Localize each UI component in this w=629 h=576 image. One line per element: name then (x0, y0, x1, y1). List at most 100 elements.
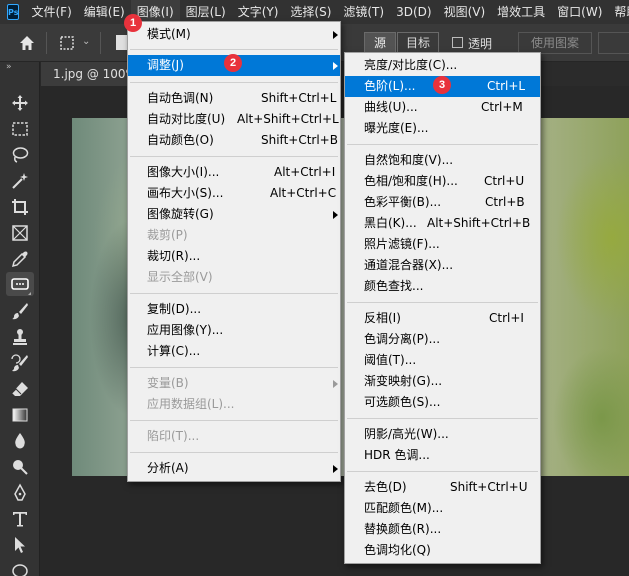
eraser-tool-icon[interactable] (10, 379, 30, 399)
tools-panel: » (0, 62, 40, 576)
crop-tool-icon[interactable] (10, 197, 30, 217)
menu-separator (347, 144, 538, 145)
menu-filter[interactable]: 滤镜(T) (337, 0, 390, 24)
menu-separator (130, 420, 338, 421)
menu-item-hdr-toning[interactable]: HDR 色调... (345, 445, 540, 466)
history-brush-tool-icon[interactable] (10, 353, 30, 373)
home-icon[interactable] (18, 34, 36, 52)
menu-help[interactable]: 帮助(H) (608, 0, 629, 24)
menu-item-auto-color[interactable]: 自动颜色(O) Shift+Ctrl+B (128, 130, 340, 151)
menu-item-desaturate[interactable]: 去色(D) Shift+Ctrl+U (345, 477, 540, 498)
menu-item-canvas-size[interactable]: 画布大小(S)... Alt+Ctrl+C (128, 183, 340, 204)
submenu-arrow-icon (333, 465, 338, 473)
menu-item-apply-image[interactable]: 应用图像(Y)... (128, 320, 340, 341)
menu-separator (130, 452, 338, 453)
eyedropper-tool-icon[interactable] (10, 249, 30, 269)
menu-item-color-lookup[interactable]: 颜色查找... (345, 276, 540, 297)
menu-separator (130, 82, 338, 83)
menu-item-variables[interactable]: 变量(B) (128, 373, 340, 394)
lasso-tool-icon[interactable] (10, 145, 30, 165)
pattern-picker[interactable] (598, 32, 629, 54)
menu-window[interactable]: 窗口(W) (551, 0, 608, 24)
patch-tool-icon[interactable] (6, 272, 34, 296)
menu-item-duplicate[interactable]: 复制(D)... (128, 299, 340, 320)
blur-tool-icon[interactable] (10, 431, 30, 451)
menu-item-threshold[interactable]: 阈值(T)... (345, 350, 540, 371)
options-divider (100, 32, 101, 54)
collapse-panel-icon[interactable]: » (6, 62, 12, 72)
clone-stamp-tool-icon[interactable] (10, 327, 30, 347)
source-button[interactable]: 源 (364, 32, 396, 54)
menu-item-image-rotation[interactable]: 图像旋转(G) (128, 204, 340, 225)
menu-item-posterize[interactable]: 色调分离(P)... (345, 329, 540, 350)
use-pattern-button[interactable]: 使用图案 (518, 32, 592, 54)
move-tool-icon[interactable] (10, 93, 30, 113)
patch-tool-preset-icon[interactable] (58, 34, 76, 52)
magic-wand-tool-icon[interactable] (10, 171, 30, 191)
options-divider (46, 32, 47, 54)
path-selection-tool-icon[interactable] (10, 535, 30, 555)
menu-item-photo-filter[interactable]: 照片滤镜(F)... (345, 234, 540, 255)
menu-item-shadows-highlights[interactable]: 阴影/高光(W)... (345, 424, 540, 445)
marquee-tool-icon[interactable] (10, 119, 30, 139)
submenu-arrow-icon (333, 62, 338, 70)
menu-item-curves[interactable]: 曲线(U)... Ctrl+M (345, 97, 540, 118)
gradient-tool-icon[interactable] (10, 405, 30, 425)
menu-separator (347, 471, 538, 472)
menu-item-replace-color[interactable]: 替换颜色(R)... (345, 519, 540, 540)
brush-tool-icon[interactable] (10, 301, 30, 321)
menu-item-selective-color[interactable]: 可选颜色(S)... (345, 392, 540, 413)
menu-item-gradient-map[interactable]: 渐变映射(G)... (345, 371, 540, 392)
menu-edit[interactable]: 编辑(E) (78, 0, 131, 24)
frame-tool-icon[interactable] (10, 223, 30, 243)
pen-tool-icon[interactable] (10, 483, 30, 503)
menu-item-channel-mixer[interactable]: 通道混合器(X)... (345, 255, 540, 276)
menu-item-auto-contrast[interactable]: 自动对比度(U) Alt+Shift+Ctrl+L (128, 109, 340, 130)
document-tab[interactable]: 1.jpg @ 100%( (41, 62, 127, 86)
menu-item-trap[interactable]: 陷印(T)... (128, 426, 340, 447)
menu-separator (347, 302, 538, 303)
menu-separator (130, 367, 338, 368)
adjustments-submenu: 亮度/对比度(C)... 色阶(L)... Ctrl+L 曲线(U)... Ct… (344, 52, 541, 564)
menu-separator (347, 418, 538, 419)
menu-file[interactable]: 文件(F) (25, 0, 77, 24)
submenu-arrow-icon (333, 31, 338, 39)
transparent-label: 透明 (468, 37, 493, 51)
target-button[interactable]: 目标 (397, 32, 439, 54)
menu-separator (130, 49, 338, 50)
submenu-arrow-icon (333, 380, 338, 388)
menu-item-color-balance[interactable]: 色彩平衡(B)... Ctrl+B (345, 192, 540, 213)
menu-item-exposure[interactable]: 曝光度(E)... (345, 118, 540, 139)
menu-item-crop[interactable]: 裁剪(P) (128, 225, 340, 246)
menu-item-black-white[interactable]: 黑白(K)... Alt+Shift+Ctrl+B (345, 213, 540, 234)
type-tool-icon[interactable] (10, 509, 30, 529)
step-badge-1: 1 (124, 14, 142, 32)
menu-3d[interactable]: 3D(D) (390, 0, 437, 24)
tool-group-indicator (28, 292, 31, 295)
menu-item-mode[interactable]: 模式(M) (128, 24, 340, 45)
menu-item-reveal-all[interactable]: 显示全部(V) (128, 267, 340, 288)
chevron-down-icon[interactable]: ⌄ (82, 36, 90, 47)
menu-item-match-color[interactable]: 匹配颜色(M)... (345, 498, 540, 519)
menu-view[interactable]: 视图(V) (438, 0, 492, 24)
step-badge-3: 3 (433, 76, 451, 94)
menu-item-apply-data-set[interactable]: 应用数据组(L)... (128, 394, 340, 415)
menu-item-auto-tone[interactable]: 自动色调(N) Shift+Ctrl+L (128, 88, 340, 109)
menu-item-calculations[interactable]: 计算(C)... (128, 341, 340, 362)
menu-item-brightness-contrast[interactable]: 亮度/对比度(C)... (345, 55, 540, 76)
dodge-tool-icon[interactable] (10, 457, 30, 477)
menu-item-analysis[interactable]: 分析(A) (128, 458, 340, 479)
menu-plugins[interactable]: 增效工具 (491, 0, 551, 24)
menu-item-image-size[interactable]: 图像大小(I)... Alt+Ctrl+I (128, 162, 340, 183)
menu-item-hue-saturation[interactable]: 色相/饱和度(H)... Ctrl+U (345, 171, 540, 192)
transparent-checkbox[interactable] (452, 37, 463, 48)
menu-item-equalize[interactable]: 色调均化(Q) (345, 540, 540, 561)
submenu-arrow-icon (333, 211, 338, 219)
menu-item-vibrance[interactable]: 自然饱和度(V)... (345, 150, 540, 171)
ellipse-tool-icon[interactable] (10, 561, 30, 576)
menu-separator (130, 293, 338, 294)
menu-separator (130, 156, 338, 157)
menu-item-trim[interactable]: 裁切(R)... (128, 246, 340, 267)
image-menu: 模式(M) 调整(J) 自动色调(N) Shift+Ctrl+L 自动对比度(U… (127, 21, 341, 482)
menu-item-invert[interactable]: 反相(I) Ctrl+I (345, 308, 540, 329)
